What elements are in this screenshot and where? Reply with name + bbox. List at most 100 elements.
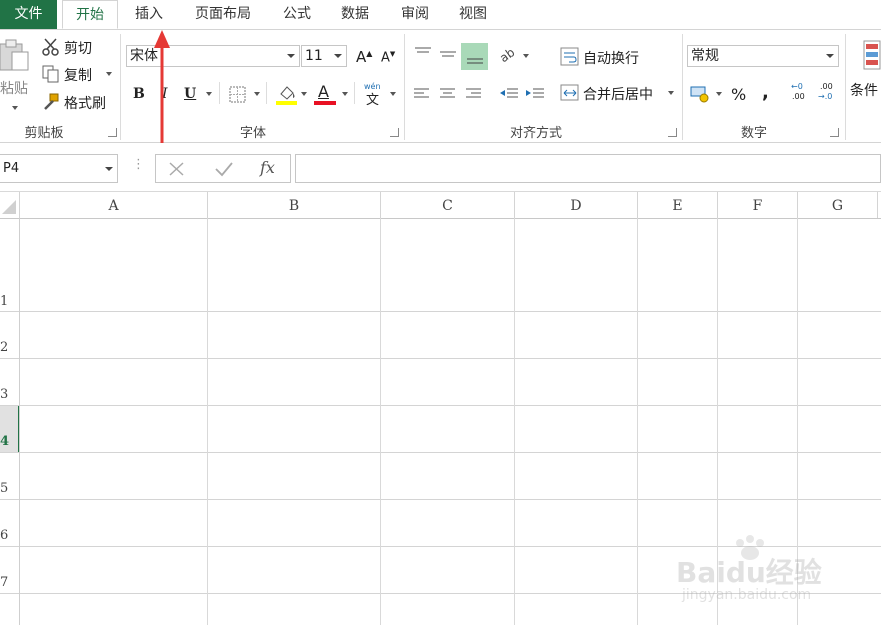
row-header-5[interactable]: 5 [0, 481, 18, 496]
row-header-6[interactable]: 6 [0, 528, 18, 543]
font-size-select[interactable]: 11 [301, 45, 347, 67]
border-icon[interactable] [229, 86, 247, 104]
font-color-button[interactable]: A [314, 82, 336, 106]
paste-dropdown-arrow[interactable] [12, 106, 18, 110]
format-painter-button[interactable]: 格式刷 [42, 93, 116, 113]
table-row[interactable]: 4 [0, 406, 881, 453]
grow-font-button[interactable]: A▲ [356, 48, 372, 66]
underline-button[interactable]: U [184, 86, 196, 102]
accounting-format-icon[interactable] [690, 84, 712, 104]
wrap-text-label: 自动换行 [583, 51, 639, 67]
gridline [380, 218, 381, 625]
svg-text:ab: ab [498, 46, 517, 64]
file-tab[interactable]: 文件 [0, 0, 57, 29]
decrease-indent-icon[interactable] [499, 86, 519, 102]
align-bottom-button[interactable] [461, 43, 488, 70]
number-launcher-icon[interactable] [830, 128, 839, 137]
separator [266, 82, 267, 104]
chevron-down-icon [826, 54, 834, 58]
number-format-select[interactable]: 常规 [687, 45, 839, 67]
fill-color-dropdown-arrow[interactable] [301, 92, 307, 96]
gridline [637, 218, 638, 625]
bold-button[interactable]: B [133, 86, 145, 102]
paste-button[interactable]: 粘贴 [0, 36, 36, 116]
separator [682, 34, 683, 140]
percent-style-button[interactable]: % [731, 85, 746, 104]
annotation-arrow-icon [154, 30, 170, 156]
align-right-icon[interactable] [465, 86, 483, 102]
brush-icon [44, 93, 59, 110]
increase-decimal-bottom: .00 [792, 92, 805, 101]
tab-view[interactable]: 视图 [452, 0, 494, 29]
splitter-dots-icon[interactable]: ⋮ [132, 157, 145, 172]
tab-home[interactable]: 开始 [62, 0, 118, 29]
copy-dropdown-arrow[interactable] [106, 72, 112, 76]
column-header-a[interactable]: A [20, 192, 208, 218]
copy-button[interactable]: 复制 [42, 65, 116, 85]
column-header-b[interactable]: B [208, 192, 381, 218]
phonetic-dropdown-arrow[interactable] [390, 92, 396, 96]
tab-review[interactable]: 审阅 [394, 0, 436, 29]
row-header-2[interactable]: 2 [0, 340, 18, 355]
table-row[interactable]: 1 [0, 218, 881, 312]
tab-data[interactable]: 数据 [334, 0, 376, 29]
table-row[interactable]: 5 [0, 453, 881, 500]
column-header-c[interactable]: C [381, 192, 515, 218]
decrease-decimal-button[interactable]: .00 →.0 [818, 82, 840, 106]
baidu-watermark: Baidu经验 jingyan.baidu.com [672, 535, 872, 615]
insert-function-button[interactable]: fx [260, 158, 275, 177]
phonetic-guide-button[interactable]: wén 文 [364, 82, 388, 108]
cancel-icon[interactable] [168, 161, 186, 177]
column-header-e[interactable]: E [638, 192, 718, 218]
decrease-decimal-top: .00 [820, 82, 833, 91]
accounting-dropdown-arrow[interactable] [716, 92, 722, 96]
merge-center-button[interactable]: 合并后居中 [560, 82, 684, 104]
decrease-decimal-bottom: →.0 [818, 92, 833, 101]
tab-formulas[interactable]: 公式 [276, 0, 318, 29]
wrap-text-button[interactable]: 自动换行 [560, 46, 670, 68]
gridline [207, 218, 208, 625]
alignment-launcher-icon[interactable] [668, 128, 677, 137]
orientation-icon[interactable]: ab [498, 46, 520, 64]
column-header-d[interactable]: D [515, 192, 638, 218]
tab-insert[interactable]: 插入 [128, 0, 170, 29]
row-header-1[interactable]: 1 [0, 294, 18, 309]
shrink-font-button[interactable]: A▼ [381, 50, 395, 65]
cut-label: 剪切 [64, 41, 92, 57]
select-all-corner-icon[interactable] [0, 196, 18, 216]
formula-input[interactable] [295, 154, 881, 183]
align-top-icon[interactable] [413, 44, 433, 64]
tab-page-layout[interactable]: 页面布局 [188, 0, 258, 29]
underline-dropdown-arrow[interactable] [206, 92, 212, 96]
shrink-font-letter: A [381, 50, 390, 66]
orientation-dropdown-arrow[interactable] [523, 54, 529, 58]
separator [404, 34, 405, 140]
table-row[interactable]: 3 [0, 359, 881, 406]
font-color-letter: A [318, 82, 329, 101]
name-box[interactable]: P4 [0, 154, 118, 183]
increase-decimal-button[interactable]: ←0 .00 [791, 82, 813, 106]
fill-color-icon[interactable] [276, 82, 298, 106]
row-header-7[interactable]: 7 [0, 575, 18, 590]
row-header-3[interactable]: 3 [0, 387, 18, 402]
comma-style-button[interactable]: , [762, 82, 769, 103]
table-row[interactable]: 2 [0, 312, 881, 359]
align-middle-icon[interactable] [438, 44, 458, 64]
column-header-g[interactable]: G [798, 192, 878, 218]
column-header-f[interactable]: F [718, 192, 798, 218]
align-center-icon[interactable] [439, 86, 457, 102]
border-dropdown-arrow[interactable] [254, 92, 260, 96]
merge-dropdown-arrow[interactable] [668, 91, 674, 95]
separator [120, 34, 121, 140]
increase-indent-icon[interactable] [525, 86, 545, 102]
phonetic-char: 文 [366, 93, 380, 108]
conditional-formatting-button[interactable]: 条件 [850, 36, 881, 106]
font-launcher-icon[interactable] [390, 128, 399, 137]
enter-check-icon[interactable] [214, 161, 234, 177]
clipboard-launcher-icon[interactable] [108, 128, 117, 137]
font-color-dropdown-arrow[interactable] [342, 92, 348, 96]
cut-button[interactable]: 剪切 [42, 38, 102, 58]
row-header-4[interactable]: 4 [0, 434, 18, 449]
ribbon: 粘贴 剪切 复制 格式刷 剪贴板 宋体 11 A▲ A▼ B I U A wén… [0, 30, 881, 143]
align-left-icon[interactable] [413, 86, 431, 102]
